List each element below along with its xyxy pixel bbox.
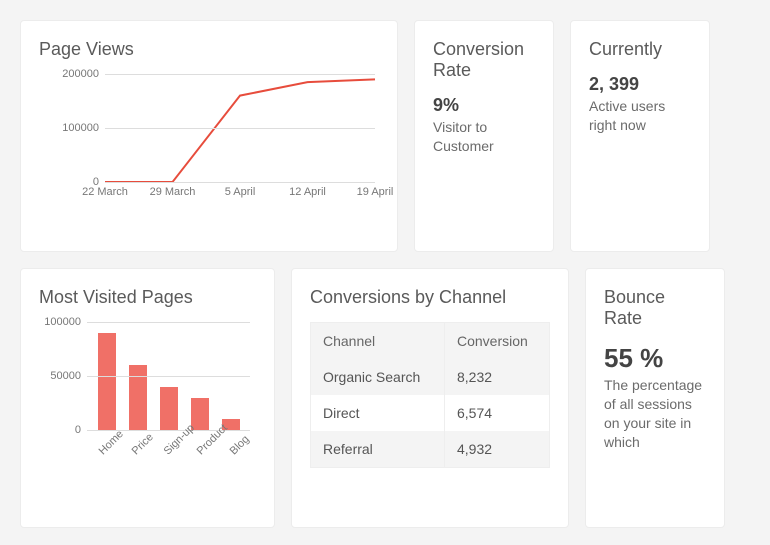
bar-chart-x-tick: Sign-up <box>162 436 183 457</box>
currently-desc: Active users right now <box>589 97 691 135</box>
bar-chart-bar <box>160 387 178 430</box>
bounce-rate-card: Bounce Rate 55 % The percentage of all s… <box>585 268 725 528</box>
line-chart-plot: 0100000200000 <box>105 74 375 182</box>
bar-chart-bar <box>191 398 209 430</box>
bar-chart-x-tick: Home <box>97 436 118 457</box>
bar-chart-x-tick: Blog <box>227 436 248 457</box>
page-views-card: Page Views 0100000200000 22 March 29 Marc… <box>20 20 398 252</box>
table-cell-channel: Direct <box>311 395 445 431</box>
table-row: Direct6,574 <box>311 395 550 431</box>
line-chart-x-tick: 12 April <box>289 186 326 198</box>
conversion-rate-title: Conversion Rate <box>433 39 535 81</box>
table-header-conversion: Conversion <box>444 323 549 360</box>
line-chart-y-tick: 100000 <box>62 122 105 134</box>
line-chart-line <box>105 79 375 182</box>
line-chart-x-tick: 22 March <box>82 186 128 198</box>
table-cell-conversion: 8,232 <box>444 359 549 395</box>
bar-chart-y-tick: 0 <box>75 424 87 436</box>
bar-chart-plot: 050000100000 <box>87 322 250 430</box>
bar-chart-bar <box>98 333 116 430</box>
bar-chart-x-tick: Price <box>130 436 151 457</box>
table-row: Referral4,932 <box>311 431 550 468</box>
conversions-channel-card: Conversions by Channel Channel Conversio… <box>291 268 569 528</box>
table-header-row: Channel Conversion <box>311 323 550 360</box>
currently-card: Currently 2, 399 Active users right now <box>570 20 710 252</box>
line-chart-y-tick: 200000 <box>62 68 105 80</box>
line-chart-gridline <box>105 128 375 129</box>
line-chart-x-tick: 29 March <box>150 186 196 198</box>
currently-value: 2, 399 <box>589 74 691 95</box>
conversion-rate-desc: Visitor to Customer <box>433 118 535 156</box>
line-chart-gridline <box>105 182 375 183</box>
bar-chart-y-tick: 50000 <box>50 370 87 382</box>
most-visited-chart: 050000100000 HomePriceSign-upProductBlog <box>39 322 256 492</box>
conversions-channel-table: Channel Conversion Organic Search8,232Di… <box>310 322 550 468</box>
row-1: Page Views 0100000200000 22 March 29 Marc… <box>20 20 750 252</box>
bounce-rate-value: 55 % <box>604 343 706 374</box>
table-body: Organic Search8,232Direct6,574Referral4,… <box>311 359 550 468</box>
row-2: Most Visited Pages 050000100000 HomePric… <box>20 268 750 528</box>
bar-chart-gridline <box>87 376 250 377</box>
conversion-rate-value: 9% <box>433 95 535 116</box>
conversions-channel-title: Conversions by Channel <box>310 287 550 308</box>
bar-chart-x-labels: HomePriceSign-upProductBlog <box>87 434 250 446</box>
table-cell-conversion: 4,932 <box>444 431 549 468</box>
bounce-rate-title: Bounce Rate <box>604 287 706 329</box>
line-chart-x-tick: 5 April <box>225 186 256 198</box>
line-chart-x-labels: 22 March29 March5 April12 April19 April <box>105 186 375 204</box>
most-visited-card: Most Visited Pages 050000100000 HomePric… <box>20 268 275 528</box>
most-visited-title: Most Visited Pages <box>39 287 256 308</box>
table-header-channel: Channel <box>311 323 445 360</box>
page-views-title: Page Views <box>39 39 379 60</box>
dashboard-page: Page Views 0100000200000 22 March29 Marc… <box>0 0 770 545</box>
bounce-rate-desc: The percentage of all sessions on your s… <box>604 376 706 452</box>
table-cell-channel: Referral <box>311 431 445 468</box>
table-row: Organic Search8,232 <box>311 359 550 395</box>
line-chart-gridline <box>105 74 375 75</box>
bar-chart-x-tick: Product <box>195 436 216 457</box>
conversion-rate-card: Conversion Rate 9% Visitor to Customer <box>414 20 554 252</box>
page-views-chart: 0100000200000 22 March 29 March 5 April 12 … <box>51 74 379 209</box>
line-chart-x-tick: 19 April <box>357 186 394 198</box>
table-cell-conversion: 6,574 <box>444 395 549 431</box>
bar-chart-y-tick: 100000 <box>44 316 87 328</box>
bar-chart-bar <box>129 365 147 430</box>
currently-title: Currently <box>589 39 691 60</box>
table-cell-channel: Organic Search <box>311 359 445 395</box>
bar-chart-gridline <box>87 322 250 323</box>
